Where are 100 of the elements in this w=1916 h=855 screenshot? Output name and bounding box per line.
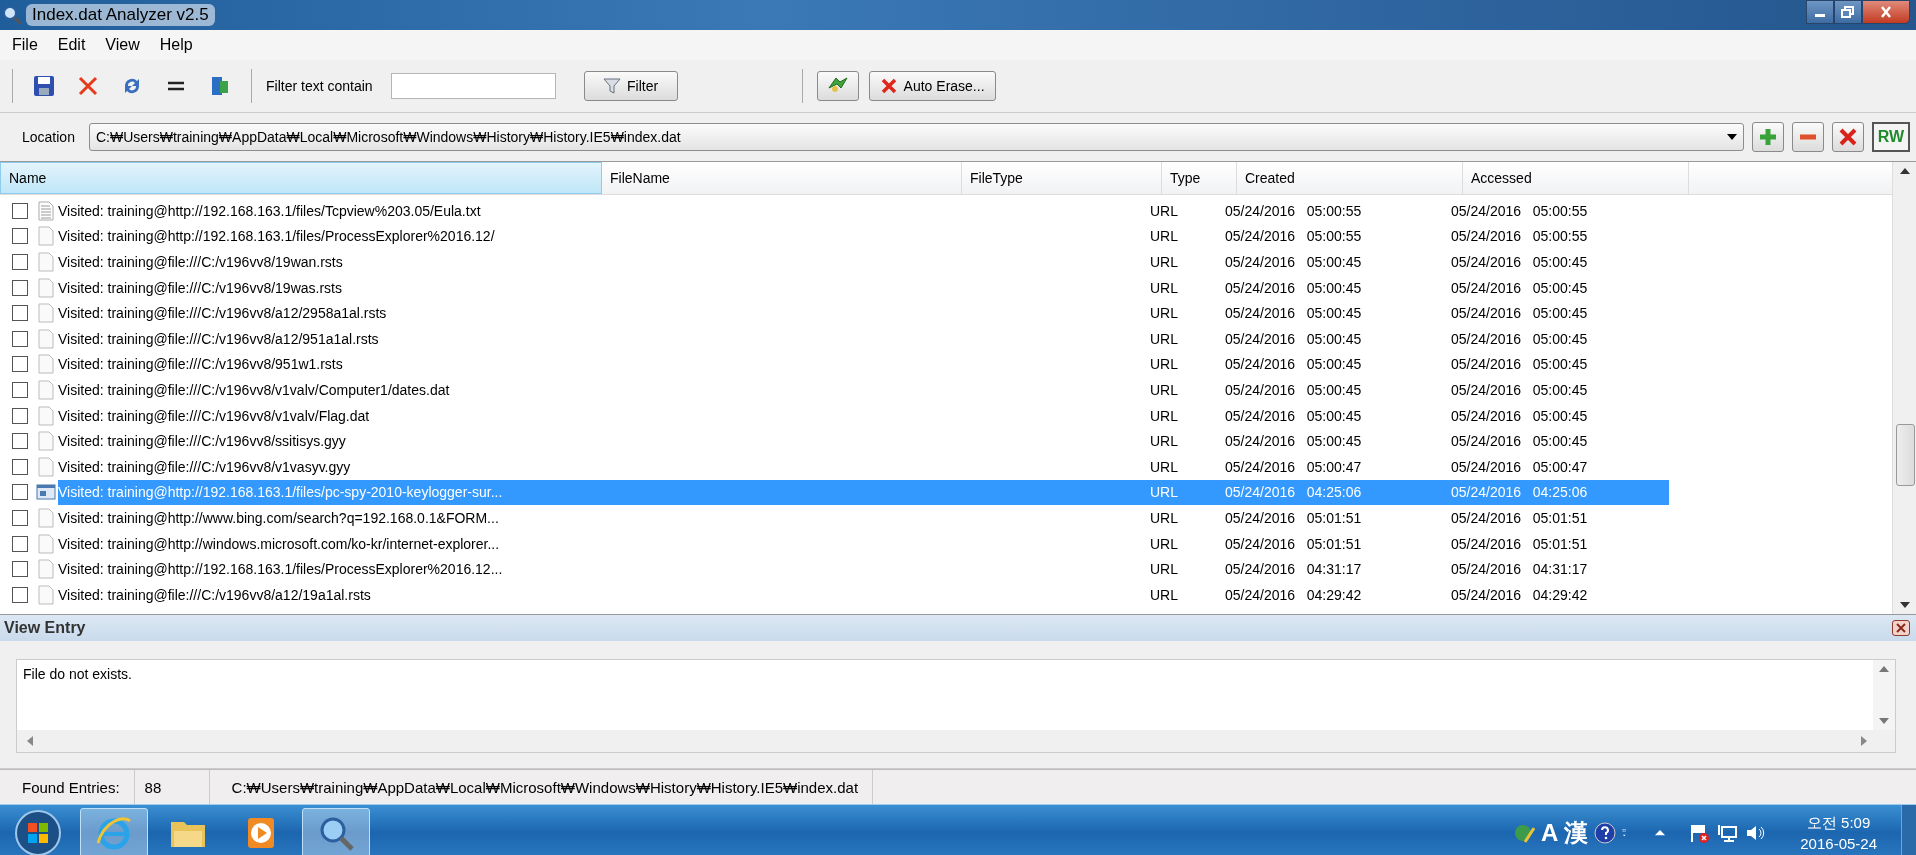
table-row[interactable]: Visited: training@http://192.168.163.1/files/Tcpview%203.05/Eula.txt URL 05/24/2016 05:00:55 05/24/2016 05:00:55 bbox=[58, 198, 1669, 224]
add-button[interactable] bbox=[1752, 122, 1784, 152]
row-checkbox[interactable] bbox=[12, 228, 28, 245]
table-row[interactable]: Visited: training@file:///C:/v196vv8/19was.rsts URL 05/24/2016 05:00:45 05/24/2016 05:00:45 bbox=[58, 274, 1669, 301]
table-row[interactable]: Visited: training@file:///C:/v196vv8/a12/2958a1al.rsts URL 05/24/2016 05:00:45 05/24/2016 05:00:45 bbox=[58, 300, 1669, 326]
table-row[interactable]: Visited: training@http://192.168.163.1/files/ProcessExplorer%2016.12/ URL 05/24/2016 05:00:55 05/24/2016 05:00:55 bbox=[58, 223, 1669, 250]
column-header[interactable]: Type bbox=[1162, 162, 1237, 194]
hanja-indicator[interactable]: 漢 bbox=[1564, 816, 1589, 849]
column-header[interactable]: Created bbox=[1237, 162, 1463, 194]
scroll-down-icon[interactable] bbox=[1899, 602, 1910, 608]
restore-button[interactable] bbox=[1834, 0, 1862, 24]
column-header[interactable]: Accessed bbox=[1463, 162, 1689, 194]
table-cell-text: URL bbox=[1149, 381, 1179, 398]
table-cell-text: 05/24/2016 05:00:45 bbox=[1450, 433, 1589, 450]
table-row[interactable]: Visited: training@file:///C:/v196vv8/a12/19a1al.rsts URL 05/24/2016 04:29:42 05/24/2016 04:29:42 bbox=[58, 581, 1669, 608]
row-checkbox[interactable] bbox=[12, 202, 28, 219]
clear-button[interactable] bbox=[1832, 122, 1864, 152]
magnifier-taskbar-icon[interactable] bbox=[302, 807, 370, 855]
filter-text-field[interactable] bbox=[390, 73, 556, 99]
table-row[interactable]: Visited: training@http://windows.microsoft.com/ko-kr/internet-explorer... URL 05/24/2016 05:01:51 05/24/2016 05:01:51 bbox=[58, 530, 1669, 557]
column-header[interactable]: FileType bbox=[962, 162, 1162, 194]
file-icon bbox=[36, 533, 56, 554]
minimize-button[interactable] bbox=[1806, 0, 1834, 24]
location-dropdown[interactable]: C:₩Users₩training₩AppData₩Local₩Microsoft₩Windows₩History₩History.IE5₩index.dat bbox=[88, 123, 1744, 151]
file-icon bbox=[36, 507, 56, 528]
table-row[interactable]: Visited: training@http://192.168.163.1/files/ProcessExplorer%2016.12... URL 05/24/2016 04:31:17 05/24/2016 04:31:17 bbox=[58, 556, 1669, 582]
help-icon[interactable] bbox=[1594, 821, 1617, 844]
table-row[interactable]: Visited: training@http://www.bing.com/search?q=192.168.0.1&FORM... URL 05/24/2016 05:01:51 05/24/2016 05:01:51 bbox=[58, 505, 1669, 531]
table-cell-text: 05/24/2016 05:01:51 bbox=[1450, 509, 1589, 526]
row-checkbox[interactable] bbox=[12, 407, 28, 424]
table-cell-text: Visited: training@file:///C:/v196vv8/a12/2958a1al.rsts bbox=[58, 305, 388, 322]
file-icon bbox=[36, 277, 56, 298]
close-button[interactable] bbox=[1862, 0, 1910, 24]
vertical-scrollbar[interactable] bbox=[1892, 162, 1916, 614]
clock[interactable]: 오전 5:09 2016-05-24 bbox=[1800, 813, 1877, 852]
table-row[interactable]: Visited: training@file:///C:/v196vv8/v1vasyv.gyy URL 05/24/2016 05:00:47 05/24/2016 05:00:47 bbox=[58, 453, 1669, 480]
scroll-thumb[interactable] bbox=[1896, 424, 1915, 486]
row-checkbox[interactable] bbox=[12, 484, 28, 501]
table-cell-text: URL bbox=[1149, 586, 1179, 603]
rw-button[interactable]: RW bbox=[1872, 122, 1910, 152]
scroll-right-icon[interactable] bbox=[1861, 736, 1867, 746]
row-checkbox[interactable] bbox=[12, 458, 28, 475]
row-checkbox[interactable] bbox=[12, 356, 28, 373]
column-header[interactable]: FileName bbox=[602, 162, 962, 194]
row-checkbox[interactable] bbox=[12, 561, 28, 578]
row-checkbox[interactable] bbox=[12, 586, 28, 603]
table-cell-text: 05/24/2016 04:25:06 bbox=[1224, 484, 1363, 501]
row-checkbox[interactable] bbox=[12, 535, 28, 552]
remove-button[interactable] bbox=[1792, 122, 1824, 152]
table-cell-text: URL bbox=[1149, 228, 1179, 245]
browser-taskbar-icon[interactable] bbox=[80, 807, 148, 855]
table-row[interactable]: Visited: training@file:///C:/v196vv8/ssitisys.gyy URL 05/24/2016 05:00:45 05/24/2016 05:00:45 bbox=[58, 428, 1669, 454]
file-icon bbox=[36, 379, 56, 400]
row-checkbox[interactable] bbox=[12, 381, 28, 398]
auto-erase-button[interactable]: Auto Erase... bbox=[868, 71, 996, 101]
column-header[interactable]: Name bbox=[0, 162, 602, 194]
ime-mode-indicator[interactable]: A bbox=[1540, 818, 1559, 847]
table-row[interactable]: Visited: training@file:///C:/v196vv8/a12/951a1al.rsts URL 05/24/2016 05:00:45 05/24/2016 05:00:45 bbox=[58, 325, 1669, 352]
table-cell-text: URL bbox=[1149, 356, 1179, 373]
table-cell-text: 05/24/2016 05:00:45 bbox=[1224, 381, 1363, 398]
entry-text-area[interactable]: File do not exists. bbox=[16, 659, 1896, 753]
table-cell-text: 05/24/2016 05:01:51 bbox=[1224, 509, 1363, 526]
table-cell-text: Visited: training@file:///C:/v196vv8/19wan.rsts bbox=[58, 254, 344, 270]
table-cell-text: Visited: training@file:///C:/v196vv8/a12/951a1al.rsts bbox=[58, 330, 380, 347]
menu-item[interactable]: View bbox=[97, 34, 148, 56]
table-cell-text: 05/24/2016 05:00:45 bbox=[1224, 305, 1363, 322]
table-cell-text: 05/24/2016 05:00:45 bbox=[1450, 305, 1589, 322]
x-icon bbox=[1838, 127, 1858, 147]
table-cell-text: Visited: training@file:///C:/v196vv8/v1valv/Computer1/dates.dat bbox=[58, 381, 451, 398]
menu-item[interactable]: Edit bbox=[49, 34, 94, 56]
scroll-up-icon[interactable] bbox=[1899, 168, 1910, 174]
row-checkbox[interactable] bbox=[12, 254, 28, 270]
x-icon bbox=[879, 77, 898, 95]
text-file-icon bbox=[36, 200, 56, 221]
table-cell-text: Visited: training@file:///C:/v196vv8/v1valv/Flag.dat bbox=[58, 407, 371, 424]
table-row[interactable]: Visited: training@file:///C:/v196vv8/v1valv/Computer1/dates.dat URL 05/24/2016 05:00:45 05/24/2016 05:00:45 bbox=[58, 377, 1669, 403]
table-cell-text: Visited: training@http://windows.microsoft.com/ko-kr/internet-explorer... bbox=[58, 535, 501, 552]
panel-close-button[interactable] bbox=[1892, 620, 1910, 636]
file-icon bbox=[36, 252, 56, 272]
table-cell-text: URL bbox=[1149, 433, 1179, 450]
row-checkbox[interactable] bbox=[12, 509, 28, 526]
row-checkbox[interactable] bbox=[12, 305, 28, 322]
row-checkbox[interactable] bbox=[12, 279, 28, 296]
scroll-left-icon[interactable] bbox=[27, 736, 33, 746]
table-cell-text: URL bbox=[1149, 279, 1179, 296]
row-checkbox[interactable] bbox=[12, 330, 28, 347]
filter-button[interactable]: Filter bbox=[583, 71, 678, 101]
row-checkbox[interactable] bbox=[12, 433, 28, 450]
menu-item[interactable]: Help bbox=[151, 34, 201, 56]
table-row[interactable]: Visited: training@file:///C:/v196vv8/19wan.rsts URL 05/24/2016 05:00:45 05/24/2016 05:00:45 bbox=[58, 249, 1669, 275]
run-button[interactable] bbox=[816, 71, 859, 101]
table-cell-text: Visited: training@file:///C:/v196vv8/951w1.rsts bbox=[58, 356, 344, 373]
table-cell-text: Visited: training@http://192.168.163.1/files/ProcessExplorer%2016.12/ bbox=[58, 228, 496, 245]
table-cell-text: 05/24/2016 04:31:17 bbox=[1224, 561, 1363, 578]
close-icon bbox=[1896, 623, 1906, 633]
table-cell-text: 05/24/2016 05:00:45 bbox=[1450, 407, 1589, 424]
table-cell-text: 05/24/2016 05:01:51 bbox=[1224, 535, 1363, 552]
table-row[interactable]: Visited: training@file:///C:/v196vv8/951w1.rsts URL 05/24/2016 05:00:45 05/24/2016 05:00:45 bbox=[58, 351, 1669, 378]
table-row[interactable]: Visited: training@file:///C:/v196vv8/v1valv/Flag.dat URL 05/24/2016 05:00:45 05/24/2016 05:00:45 bbox=[58, 402, 1669, 429]
menu-item[interactable]: File bbox=[4, 34, 46, 56]
